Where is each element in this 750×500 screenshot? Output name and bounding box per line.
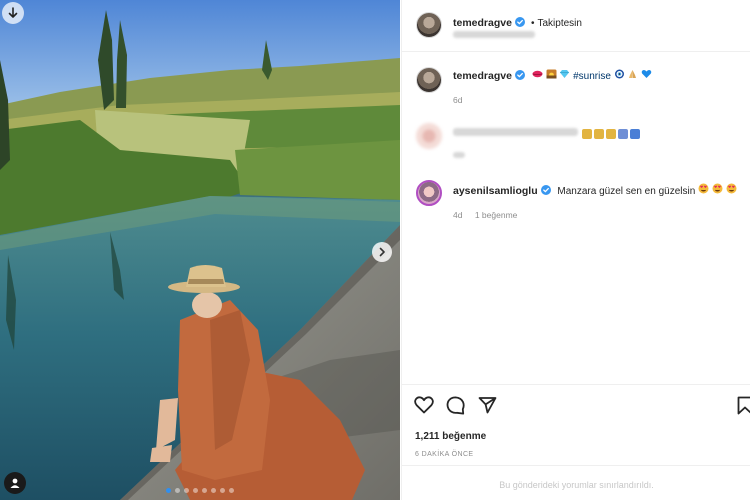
author-avatar[interactable] — [416, 12, 442, 38]
carousel-dot — [175, 488, 180, 493]
emoji-icon — [606, 129, 616, 139]
carousel-dot — [193, 488, 198, 493]
emoji-icon — [582, 129, 592, 139]
emoji-icon — [594, 129, 604, 139]
caption-text: #sunrise — [532, 69, 653, 82]
carousel-dot — [202, 488, 207, 493]
carousel-dot — [220, 488, 225, 493]
carousel-next-button[interactable] — [372, 242, 392, 262]
download-button[interactable] — [2, 2, 24, 24]
comment-emoji-blurred — [582, 125, 642, 143]
post-header: temedragve • Takiptesin — [453, 13, 582, 31]
carousel-dot — [184, 488, 189, 493]
comment-likes-link[interactable]: 1 beğenme — [475, 210, 518, 220]
comment-text: Manzara güzel sen en güzelsin — [557, 186, 696, 197]
comment-bubble-icon[interactable] — [446, 396, 465, 415]
tagged-users-button[interactable] — [4, 472, 26, 494]
heart-eyes-emoji-icon — [698, 183, 709, 194]
pool-scene-image — [0, 0, 400, 500]
post-detail-panel: temedragve • Takiptesin temedragve #sunris… — [401, 0, 750, 500]
diamond-emoji-icon — [560, 70, 570, 78]
emoji-icon — [630, 129, 640, 139]
carousel-dot — [229, 488, 234, 493]
blue-heart-emoji-icon — [641, 70, 652, 78]
header-divider — [402, 51, 750, 52]
commenter-avatar-blurred — [416, 123, 442, 149]
comments-restricted-notice: Bu gönderideki yorumlar sınırlandırıldı. — [499, 480, 654, 490]
comment: aysenilsamlioglu Manzara güzel sen en gü… — [453, 183, 737, 197]
verified-badge-icon — [540, 185, 551, 195]
comment-text-blurred — [453, 128, 578, 136]
comment-username[interactable]: aysenilsamlioglu — [453, 185, 538, 197]
hashtag-link[interactable]: #sunrise — [573, 71, 611, 82]
comment-meta: 4d 1 beğenme — [453, 210, 517, 220]
save-bookmark-icon[interactable] — [737, 396, 750, 415]
location-text-blurred — [453, 31, 535, 38]
chevron-right-icon — [379, 247, 385, 257]
heart-eyes-emoji-icon — [712, 183, 723, 194]
evil-eye-emoji-icon — [614, 69, 624, 79]
caption-time: 6d — [453, 95, 463, 105]
carousel-dot-active — [166, 488, 171, 493]
following-button[interactable]: Takiptesin — [537, 18, 581, 29]
caption: temedragve #sunrise — [453, 69, 652, 82]
share-paper-plane-icon[interactable] — [478, 396, 497, 414]
verified-badge-icon — [514, 17, 525, 27]
caption-username[interactable]: temedragve — [453, 70, 512, 82]
arrow-down-icon — [8, 7, 18, 18]
praying-hands-emoji-icon — [629, 70, 637, 78]
footer-divider — [402, 465, 750, 466]
post-photo[interactable] — [0, 0, 400, 500]
comment-time: 4d — [453, 210, 463, 220]
carousel-indicator — [166, 488, 234, 493]
commenter-avatar[interactable] — [416, 180, 442, 206]
verified-badge-icon — [514, 70, 525, 80]
header-separator: • — [530, 18, 535, 29]
heart-eyes-emoji-icon — [726, 183, 737, 194]
lips-emoji-icon — [532, 70, 543, 78]
caption-author-avatar[interactable] — [416, 67, 442, 93]
likes-count[interactable]: 1,211 beğenme — [415, 431, 486, 442]
post-time-ago: 6 DAKİKA ÖNCE — [415, 451, 474, 458]
sunrise-emoji-icon — [546, 69, 557, 79]
actions-divider — [402, 384, 750, 385]
carousel-dot — [211, 488, 216, 493]
like-heart-icon[interactable] — [414, 396, 434, 414]
comment-time-blurred — [453, 152, 465, 158]
author-username[interactable]: temedragve — [453, 17, 512, 29]
user-icon — [10, 478, 20, 488]
emoji-icon — [618, 129, 628, 139]
